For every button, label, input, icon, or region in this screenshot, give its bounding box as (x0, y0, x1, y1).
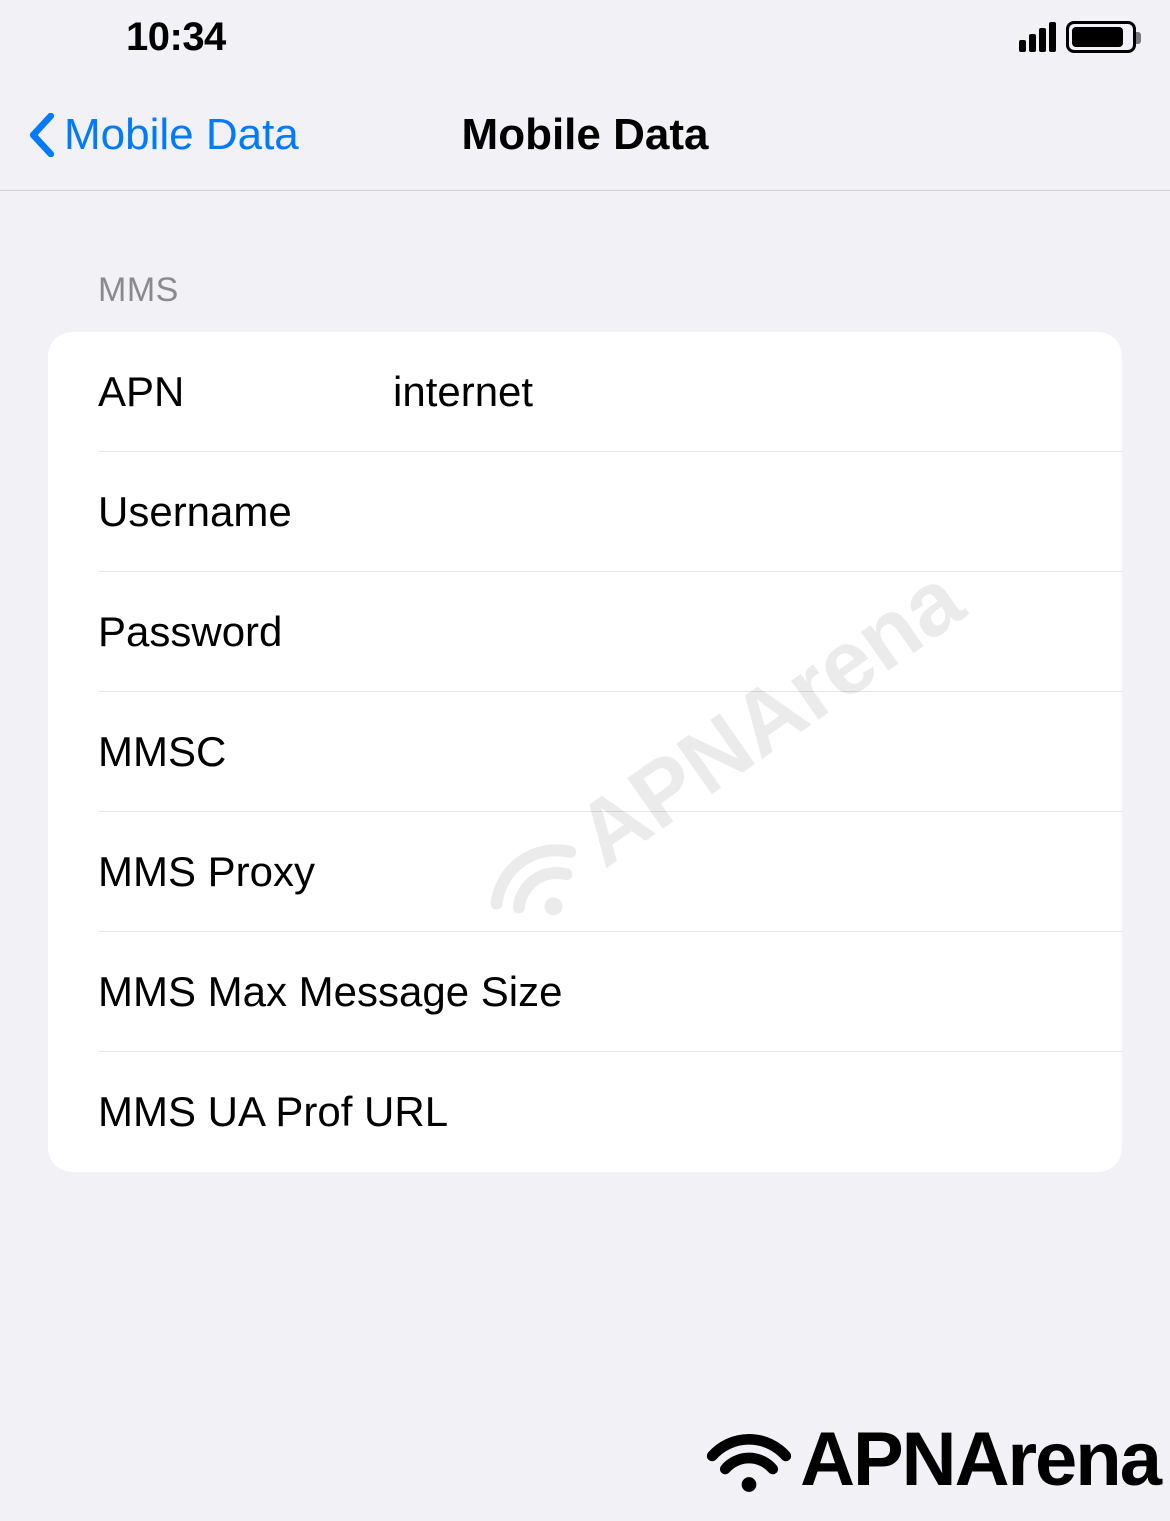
cellular-signal-icon (1019, 22, 1056, 52)
mms-proxy-row[interactable]: MMS Proxy (48, 812, 1122, 932)
section-header-mms: MMS (98, 271, 1122, 310)
mmsc-row[interactable]: MMSC (48, 692, 1122, 812)
apn-row[interactable]: APN (48, 332, 1122, 452)
mmsc-label: MMSC (98, 728, 393, 776)
status-bar: 10:34 (0, 0, 1170, 70)
wifi-icon (704, 1423, 794, 1497)
mms-proxy-field[interactable] (393, 848, 1122, 896)
navigation-bar: Mobile Data Mobile Data (0, 70, 1170, 191)
status-right (1019, 21, 1136, 53)
battery-icon (1066, 21, 1136, 53)
back-label: Mobile Data (64, 110, 299, 160)
password-field[interactable] (393, 608, 1122, 656)
username-field[interactable] (393, 488, 1122, 536)
mms-ua-prof-url-label: MMS UA Prof URL (98, 1088, 448, 1136)
status-time: 10:34 (126, 15, 226, 60)
mms-ua-prof-url-row[interactable]: MMS UA Prof URL (48, 1052, 1122, 1172)
content: MMS APN Username Password MMSC MMS Proxy… (0, 191, 1170, 1172)
password-label: Password (98, 608, 393, 656)
chevron-left-icon (28, 113, 56, 157)
username-row[interactable]: Username (48, 452, 1122, 572)
watermark-bottom-text: APNArena (800, 1416, 1160, 1503)
mms-settings-group: APN Username Password MMSC MMS Proxy MMS… (48, 332, 1122, 1172)
watermark-bottom: APNArena (704, 1416, 1160, 1503)
username-label: Username (98, 488, 393, 536)
apn-field[interactable] (393, 368, 1122, 416)
page-title: Mobile Data (462, 110, 709, 160)
mms-proxy-label: MMS Proxy (98, 848, 393, 896)
back-button[interactable]: Mobile Data (28, 110, 299, 160)
apn-label: APN (98, 368, 393, 416)
password-row[interactable]: Password (48, 572, 1122, 692)
mmsc-field[interactable] (393, 728, 1122, 776)
mms-ua-prof-url-field[interactable] (448, 1088, 1122, 1136)
mms-max-size-row[interactable]: MMS Max Message Size (48, 932, 1122, 1052)
mms-max-size-label: MMS Max Message Size (98, 968, 562, 1016)
mms-max-size-field[interactable] (562, 968, 1122, 1016)
